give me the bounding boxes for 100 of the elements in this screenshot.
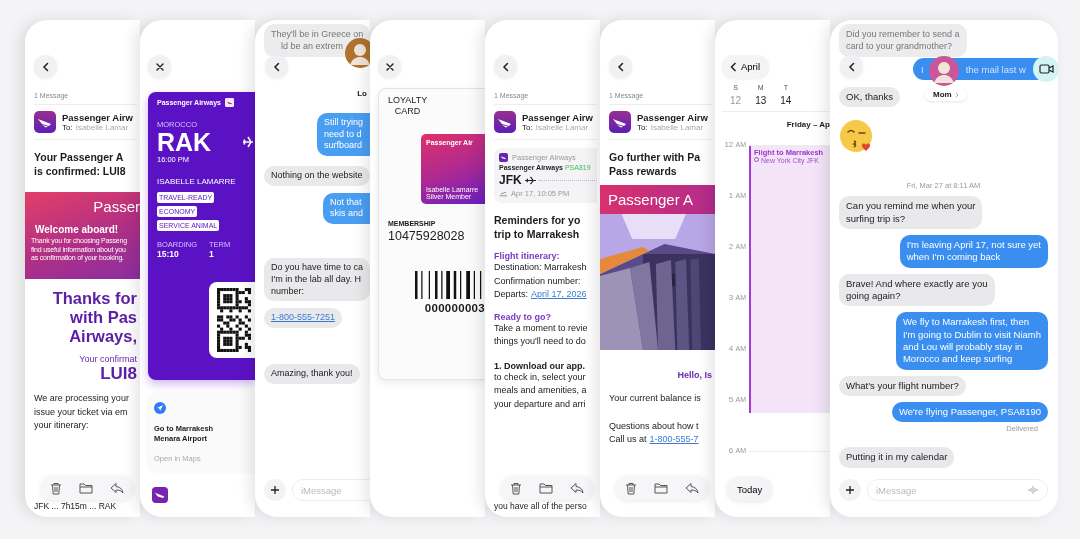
plane-icon bbox=[524, 175, 536, 185]
paragraph: Take a moment to revie things you'll need to do bbox=[494, 322, 589, 349]
banner-heading: Welcome aboard! bbox=[35, 224, 120, 236]
sender-name: Passenger Airw bbox=[637, 112, 708, 123]
message-bubble: OK, thanks bbox=[839, 87, 900, 108]
label-text: Call us at bbox=[609, 433, 647, 447]
today-button[interactable]: Today bbox=[727, 477, 773, 501]
link[interactable]: 1-800-555-7 bbox=[649, 433, 699, 447]
reply-icon[interactable] bbox=[110, 482, 125, 494]
date-number[interactable]: 14 bbox=[780, 95, 792, 106]
message-text: I bbox=[921, 63, 924, 75]
folder-icon[interactable] bbox=[654, 482, 668, 494]
message-bubble: Putting it in my calendar bbox=[839, 447, 955, 468]
trash-icon[interactable] bbox=[509, 481, 522, 495]
email-subject: Reminders for yo trip to Marrakesh bbox=[494, 213, 582, 242]
pass-title: LOYALTY CARD bbox=[388, 95, 428, 118]
recipient-label: To: bbox=[522, 123, 533, 132]
link[interactable]: April 17, 2026 bbox=[531, 288, 587, 302]
chevron-icon bbox=[954, 91, 959, 98]
recipient-label: To: bbox=[637, 123, 648, 132]
close-icon bbox=[384, 61, 395, 72]
message-bubble: We're flying Passenger, PSA8190 bbox=[891, 402, 1048, 423]
message-bubble: Nothing on the website bbox=[264, 166, 370, 186]
back-icon bbox=[615, 61, 626, 72]
wing-logo-icon bbox=[224, 98, 234, 107]
back-icon bbox=[500, 61, 511, 72]
reply-icon[interactable] bbox=[570, 482, 585, 494]
message-bubble: Not that skis and bbox=[322, 192, 370, 225]
wing-logo-icon bbox=[152, 487, 168, 504]
back-button[interactable] bbox=[840, 55, 863, 78]
section-heading: Ready to go? bbox=[494, 311, 552, 322]
back-button[interactable] bbox=[494, 55, 517, 78]
waveform-icon bbox=[1028, 486, 1038, 494]
sender-name: Passenger Airw bbox=[522, 112, 593, 123]
day-title: Friday – Ap bbox=[786, 120, 830, 129]
headline: Thanks for with Pas Airways, bbox=[51, 289, 137, 347]
close-button[interactable] bbox=[148, 55, 171, 78]
section-heading: Flight itinerary: bbox=[494, 251, 561, 262]
sender-name: Passenger Airw bbox=[62, 112, 133, 123]
label-text: Departs: bbox=[494, 288, 528, 302]
paragraph: you have all of the perso bbox=[494, 501, 588, 511]
message-bubble: Brave! And where exactly are you going again? bbox=[839, 273, 995, 307]
close-button[interactable] bbox=[378, 55, 401, 78]
contact-name[interactable]: Mom bbox=[925, 88, 967, 101]
date-number[interactable]: 13 bbox=[755, 95, 767, 106]
back-button[interactable] bbox=[609, 55, 632, 78]
video-call-button[interactable] bbox=[1033, 56, 1058, 82]
subheading: Your confirmat bbox=[78, 354, 137, 365]
folder-icon[interactable] bbox=[79, 482, 93, 494]
plane-icon bbox=[243, 136, 253, 149]
departure-icon bbox=[499, 190, 508, 197]
paragraph: We are processing your issue your ticket via em your itinerary: bbox=[34, 392, 130, 433]
barcode-number: 000000003 bbox=[424, 301, 485, 314]
wing-logo-icon bbox=[609, 111, 631, 133]
recipient-name: Isabelle Lamar bbox=[75, 123, 129, 132]
paragraph: Destination: Marrakesh Confirmation number: bbox=[494, 261, 588, 288]
airport-code: RAK bbox=[157, 129, 212, 156]
message-field[interactable]: iMessage bbox=[292, 479, 370, 501]
membership-number: 10475928028 bbox=[388, 228, 466, 243]
close-icon bbox=[154, 61, 165, 72]
message-bubble: Did you remember to send a card to your grandmother? bbox=[839, 24, 967, 58]
paragraph-heading: 1. Download our app. bbox=[494, 360, 586, 371]
back-icon bbox=[271, 61, 282, 72]
message-bubble: What's your flight number? bbox=[839, 375, 966, 397]
paragraph: Your current balance is bbox=[609, 392, 702, 406]
folder-icon[interactable] bbox=[539, 482, 553, 494]
message-field[interactable]: iMessage bbox=[867, 479, 1048, 501]
plus-icon bbox=[270, 485, 280, 495]
contact-name[interactable]: Lo bbox=[355, 88, 369, 99]
paragraph: to check in, select your meals and amenities, a your departure and arri bbox=[494, 371, 588, 411]
trash-icon[interactable] bbox=[49, 481, 62, 495]
add-button[interactable] bbox=[264, 479, 286, 501]
banner-title: Passenger A bbox=[600, 185, 715, 215]
back-button[interactable] bbox=[265, 55, 288, 78]
wing-logo-icon bbox=[494, 111, 516, 133]
avatar-icon[interactable] bbox=[929, 56, 959, 86]
passenger-name: ISABELLE LAMARRE bbox=[157, 177, 237, 187]
message-bubble: Can you remind me when your surfing trip is? bbox=[839, 196, 983, 230]
banner-title: Passer bbox=[93, 198, 140, 216]
back-button[interactable] bbox=[34, 55, 57, 78]
airport-code: JFK bbox=[499, 173, 522, 187]
trash-icon[interactable] bbox=[624, 481, 637, 495]
month-back-button[interactable]: April bbox=[722, 55, 769, 78]
reply-icon[interactable] bbox=[685, 482, 700, 494]
plus-icon bbox=[845, 485, 855, 495]
pin-icon bbox=[754, 157, 759, 163]
message-bubble: Do you have time to ca I'm in the lab all day. H number: bbox=[264, 258, 370, 302]
recipient-name: Isabelle Lamar bbox=[650, 123, 704, 132]
add-button[interactable] bbox=[839, 479, 861, 501]
message-bubble: Amazing, thank you! bbox=[264, 363, 360, 384]
email-subject: Your Passenger A is confirmed: LUI8 bbox=[34, 150, 127, 179]
message-bubble: I'm leaving April 17, not sure yet when I'm coming back bbox=[899, 235, 1048, 268]
back-icon bbox=[40, 61, 51, 72]
paragraph: Questions about how t bbox=[609, 419, 700, 433]
back-icon bbox=[730, 61, 737, 72]
greeting: Hello, Is bbox=[676, 370, 712, 381]
field-value: 15:10 bbox=[157, 249, 180, 260]
field-value: 1 bbox=[209, 249, 215, 260]
paragraph: JFK ... 7h15m ... RAK bbox=[34, 501, 118, 511]
location-arrow-icon bbox=[154, 402, 166, 414]
